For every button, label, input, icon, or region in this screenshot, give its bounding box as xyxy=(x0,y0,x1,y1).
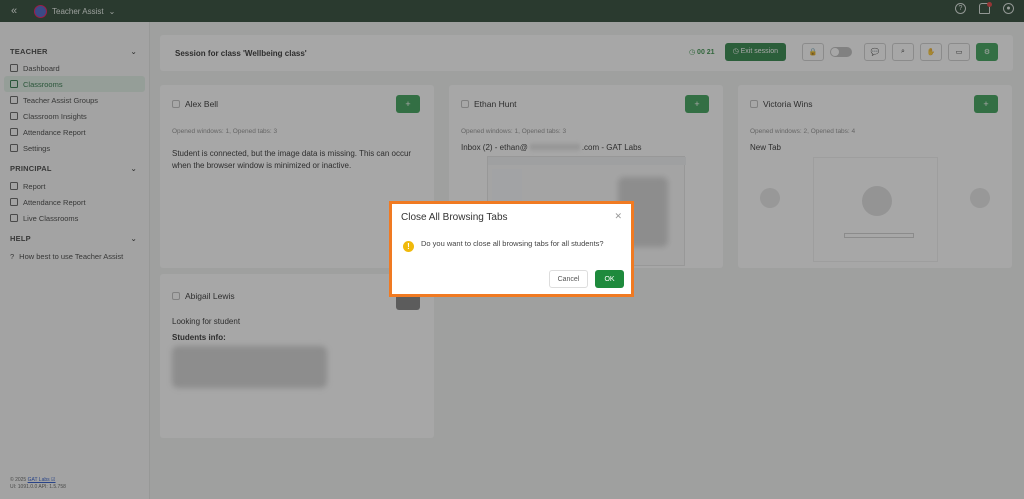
close-tabs-dialog: Close All Browsing Tabs ✕ ! Do you want … xyxy=(389,201,634,297)
dialog-title: Close All Browsing Tabs xyxy=(401,212,508,223)
warning-icon: ! xyxy=(403,241,414,252)
ok-button[interactable]: OK xyxy=(595,270,624,288)
cancel-button[interactable]: Cancel xyxy=(549,270,588,288)
close-icon[interactable]: ✕ xyxy=(614,211,622,222)
dialog-question: Do you want to close all browsing tabs f… xyxy=(421,239,604,248)
